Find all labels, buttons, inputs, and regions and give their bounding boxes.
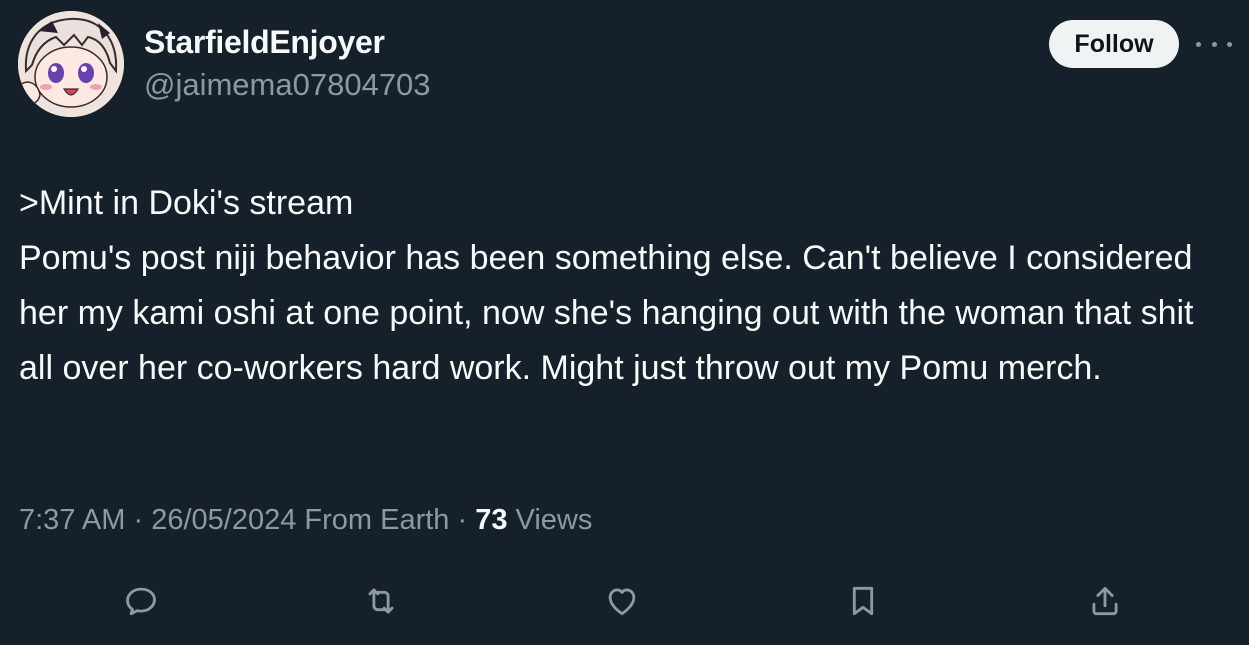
like-button[interactable] xyxy=(599,578,645,624)
tweet-line-quote: >Mint in Doki's stream xyxy=(19,184,354,222)
more-options-icon[interactable] xyxy=(1196,34,1232,54)
retweet-button[interactable] xyxy=(358,578,404,624)
anime-avatar-icon xyxy=(18,11,124,117)
meta-separator: · xyxy=(449,504,476,536)
share-icon xyxy=(1092,586,1118,616)
tweet-text: >Mint in Doki's stream Pomu's post niji … xyxy=(19,176,1234,396)
retweet-icon xyxy=(368,588,394,614)
share-button[interactable] xyxy=(1082,578,1128,624)
views-count: 73 xyxy=(475,504,508,536)
tweet-date[interactable]: 26/05/2024 xyxy=(151,504,296,536)
reply-button[interactable] xyxy=(118,578,164,624)
meta-separator: · xyxy=(125,504,152,536)
bookmark-button[interactable] xyxy=(840,578,886,624)
follow-button[interactable]: Follow xyxy=(1049,20,1179,68)
action-bar xyxy=(0,578,1249,624)
reply-icon xyxy=(126,587,156,616)
heart-icon xyxy=(608,588,636,616)
tweet-card: StarfieldEnjoyer @jaimema07804703 Follow… xyxy=(0,0,1249,645)
tweet-line-body: Pomu's post niji behavior has been somet… xyxy=(19,239,1194,387)
tweet-meta: 7:37 AM · 26/05/2024 From Earth · 73 Vie… xyxy=(19,504,592,537)
avatar[interactable] xyxy=(18,11,124,117)
tweet-location: From Earth xyxy=(296,504,450,536)
bookmark-icon xyxy=(852,586,874,616)
user-handle[interactable]: @jaimema07804703 xyxy=(144,67,431,103)
tweet-time[interactable]: 7:37 AM xyxy=(19,504,125,536)
views-label: Views xyxy=(507,504,593,536)
display-name[interactable]: StarfieldEnjoyer xyxy=(144,24,385,61)
